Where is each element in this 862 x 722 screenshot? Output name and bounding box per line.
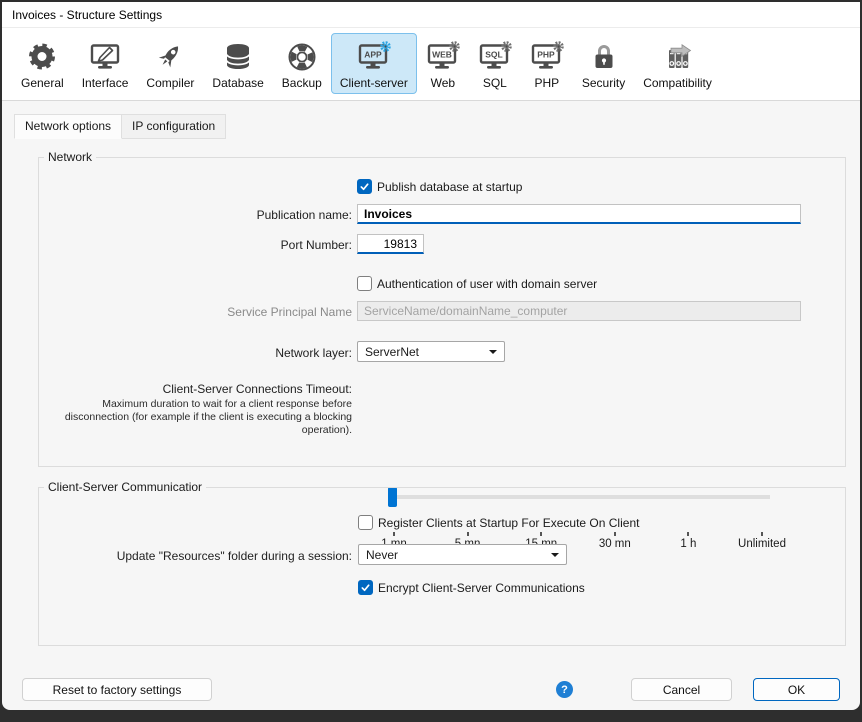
network-layer-select[interactable]: ServerNet	[357, 341, 505, 362]
monitor-app-icon: APP	[357, 39, 391, 75]
toolbar-label: Client-server	[340, 76, 408, 90]
network-layer-label: Network layer:	[40, 346, 352, 360]
monitor-sql-icon: SQL	[478, 39, 512, 75]
toolbar-label: Compiler	[146, 76, 194, 90]
rocket-icon	[153, 39, 187, 75]
port-number-label: Port Number:	[40, 238, 352, 252]
toolbar-item-compiler[interactable]: Compiler	[137, 33, 203, 94]
spn-label: Service Principal Name	[40, 305, 352, 319]
toolbar-item-security[interactable]: Security	[573, 33, 634, 94]
encrypt-checkbox-row: Encrypt Client-Server Communications	[358, 580, 585, 595]
toolbar-label: PHP	[535, 76, 560, 90]
tab-network-options[interactable]: Network options	[14, 114, 122, 139]
gear-icon	[25, 39, 59, 75]
network-layer-value: ServerNet	[365, 345, 483, 359]
publish-checkbox[interactable]	[357, 179, 372, 194]
toolbar-label: Backup	[282, 76, 322, 90]
svg-text:SQL: SQL	[485, 50, 502, 60]
toolbar-label: Interface	[82, 76, 129, 90]
register-checkbox-row: Register Clients at Startup For Execute …	[358, 515, 639, 530]
network-group-legend: Network	[44, 150, 96, 164]
window-title: Invoices - Structure Settings	[12, 8, 162, 22]
monitor-php-icon: PHP	[530, 39, 564, 75]
lifebuoy-icon	[285, 39, 319, 75]
subtab-bar: Network options IP configuration	[14, 114, 226, 139]
binders-icon	[661, 39, 695, 75]
svg-text:WEB: WEB	[432, 50, 452, 60]
publication-name-label: Publication name:	[40, 208, 352, 222]
timeout-label: Client-Server Connections Timeout:	[40, 382, 352, 396]
toolbar-item-interface[interactable]: Interface	[73, 33, 138, 94]
toolbar-item-php[interactable]: PHP PHP	[521, 33, 573, 94]
auth-checkbox-row: Authentication of user with domain serve…	[357, 276, 597, 291]
port-number-input[interactable]	[357, 234, 424, 254]
ok-button[interactable]: OK	[753, 678, 840, 701]
toolbar-label: Security	[582, 76, 625, 90]
toolbar-item-client-server[interactable]: APP Client-server	[331, 33, 417, 94]
help-button[interactable]: ?	[556, 681, 573, 698]
resources-update-value: Never	[366, 548, 545, 562]
publish-checkbox-row: Publish database at startup	[357, 179, 522, 194]
toolbar-label: Database	[212, 76, 263, 90]
auth-checkbox[interactable]	[357, 276, 372, 291]
monitor-web-icon: WEB	[426, 39, 460, 75]
encrypt-checkbox-label: Encrypt Client-Server Communications	[378, 581, 585, 595]
settings-toolbar: General Interface	[2, 28, 860, 101]
monitor-pencil-icon	[88, 39, 122, 75]
toolbar-label: General	[21, 76, 64, 90]
register-clients-label: Register Clients at Startup For Execute …	[378, 516, 639, 530]
toolbar-item-database[interactable]: Database	[203, 33, 272, 94]
spn-input	[357, 301, 801, 321]
toolbar-label: Web	[431, 76, 455, 90]
svg-text:APP: APP	[364, 50, 382, 60]
publication-name-input[interactable]	[357, 204, 801, 224]
toolbar-label: Compatibility	[643, 76, 712, 90]
register-clients-checkbox[interactable]	[358, 515, 373, 530]
tab-ip-configuration[interactable]: IP configuration	[122, 114, 226, 139]
cancel-button[interactable]: Cancel	[631, 678, 732, 701]
toolbar-label: SQL	[483, 76, 507, 90]
encrypt-checkbox[interactable]	[358, 580, 373, 595]
structure-settings-dialog: Invoices - Structure Settings General	[2, 2, 860, 710]
resources-update-select[interactable]: Never	[358, 544, 567, 565]
toolbar-item-compatibility[interactable]: Compatibility	[634, 33, 721, 94]
chevron-down-icon	[489, 350, 497, 354]
toolbar-item-general[interactable]: General	[12, 33, 73, 94]
database-icon	[221, 39, 255, 75]
toolbar-item-sql[interactable]: SQL SQL	[469, 33, 521, 94]
title-bar[interactable]: Invoices - Structure Settings	[2, 2, 860, 28]
resources-update-label: Update "Resources" folder during a sessi…	[40, 549, 352, 563]
communication-group-legend: Client-Server Communicatior	[44, 480, 206, 494]
timeout-description: Maximum duration to wait for a client re…	[40, 398, 352, 437]
padlock-icon	[587, 39, 621, 75]
reset-factory-button[interactable]: Reset to factory settings	[22, 678, 212, 701]
auth-checkbox-label: Authentication of user with domain serve…	[377, 277, 597, 291]
publish-checkbox-label: Publish database at startup	[377, 180, 522, 194]
toolbar-item-backup[interactable]: Backup	[273, 33, 331, 94]
chevron-down-icon	[551, 553, 559, 557]
svg-text:PHP: PHP	[537, 50, 555, 60]
toolbar-item-web[interactable]: WEB Web	[417, 33, 469, 94]
